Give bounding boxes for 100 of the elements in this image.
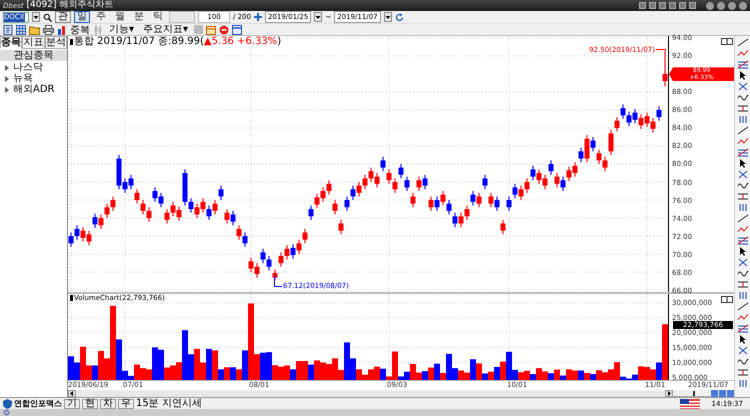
candlestick	[506, 196, 512, 212]
candlestick	[656, 106, 662, 122]
grid-icon[interactable]	[16, 24, 26, 35]
candlestick	[488, 192, 494, 208]
calendar-icon[interactable]	[206, 24, 216, 35]
cross-icon[interactable]	[736, 170, 748, 180]
gear-icon[interactable]	[3, 409, 10, 416]
horizontal-line-icon[interactable]	[736, 280, 748, 290]
diagonal-line-icon[interactable]	[736, 38, 748, 48]
window-icon[interactable]	[232, 24, 242, 35]
scroll-right-button[interactable]	[665, 390, 674, 398]
search-icon[interactable]	[43, 12, 52, 22]
period-tab[interactable]: 월	[112, 11, 128, 24]
dropdown-caret-icon[interactable]	[314, 12, 322, 22]
candlestick	[164, 209, 170, 224]
candlestick	[386, 169, 392, 185]
bar-chart-icon[interactable]	[57, 24, 67, 35]
candlestick	[362, 174, 368, 190]
candlestick	[230, 210, 236, 226]
candlestick	[410, 192, 416, 208]
tree-item-label: 나스닥	[13, 62, 43, 74]
candlestick	[422, 174, 428, 190]
grid-lines-icon[interactable]	[736, 148, 748, 158]
delay-notice: 15분 지연시세	[136, 398, 202, 409]
candlestick	[440, 191, 446, 206]
sidebar-tab[interactable]: 분석	[44, 36, 67, 50]
candlestick	[590, 136, 596, 152]
brand-name: 연합인포맥스	[14, 398, 62, 409]
wave-line-icon[interactable]	[736, 269, 748, 278]
zigzag-line-icon[interactable]	[736, 225, 748, 234]
cross-icon[interactable]	[736, 346, 748, 356]
grid-lines-icon[interactable]	[736, 60, 748, 70]
vertical-bars-icon[interactable]	[736, 291, 748, 300]
lookup-button[interactable]: 관	[55, 11, 71, 24]
zoom-slider-thumb[interactable]	[692, 390, 695, 396]
candlestick	[470, 191, 476, 206]
status-button[interactable]: 기	[64, 398, 80, 409]
candlestick	[560, 176, 566, 192]
status-button[interactable]: 우	[118, 398, 134, 409]
diagonal-line-icon[interactable]	[736, 126, 748, 136]
horizontal-line-icon[interactable]	[736, 104, 748, 114]
horizontal-line-icon[interactable]	[736, 368, 748, 378]
period-tab[interactable]: 일	[74, 11, 90, 24]
status-button[interactable]: 차	[100, 398, 116, 409]
dropdown-caret-icon[interactable]	[32, 12, 40, 22]
period-tab[interactable]: 주	[93, 11, 109, 24]
horizontal-line-icon[interactable]	[736, 192, 748, 202]
candlestick	[206, 205, 212, 221]
period-tab[interactable]: 틱	[150, 11, 166, 24]
overlap-label[interactable]: 중복	[70, 22, 90, 37]
status-button[interactable]: 현	[82, 398, 98, 409]
candlestick	[110, 196, 116, 212]
grid-lines-icon[interactable]	[736, 324, 748, 334]
vertical-bars-icon[interactable]	[736, 115, 748, 124]
dropdown-caret-icon[interactable]	[384, 12, 392, 22]
zigzag-line-icon[interactable]	[736, 49, 748, 58]
candlestick	[584, 135, 590, 164]
candlestick	[236, 225, 242, 241]
candlestick	[548, 160, 554, 176]
candlestick	[212, 200, 218, 216]
plus-icon[interactable]	[254, 13, 262, 22]
zigzag-line-icon[interactable]	[736, 137, 748, 146]
wave-line-icon[interactable]	[736, 181, 748, 190]
candlestick	[140, 200, 146, 216]
wave-line-icon[interactable]	[736, 357, 748, 366]
pane-menu-icon[interactable]	[721, 296, 733, 304]
candlestick	[326, 180, 332, 196]
candlestick	[104, 204, 110, 220]
tree-item[interactable]: 나스닥	[0, 62, 67, 74]
refresh-icon[interactable]	[394, 12, 404, 22]
menu-button[interactable]: 기능▾	[106, 24, 138, 36]
sidebar-tab[interactable]: 종목	[0, 36, 22, 50]
document-icon[interactable]	[3, 24, 13, 35]
vertical-bars-icon[interactable]	[736, 203, 748, 212]
cross-icon[interactable]	[736, 258, 748, 268]
zigzag-line-icon[interactable]	[736, 313, 748, 322]
candlestick	[500, 220, 506, 236]
candlestick	[350, 186, 356, 202]
diagonal-line-icon[interactable]	[736, 302, 748, 312]
sidebar-tab[interactable]: 지표	[22, 36, 45, 50]
scroll-left-button[interactable]	[68, 390, 76, 398]
diagonal-line-icon[interactable]	[736, 214, 748, 224]
period-tab[interactable]: 분	[131, 11, 147, 24]
candlestick	[296, 240, 302, 256]
grid-lines-icon[interactable]	[736, 236, 748, 246]
cross-icon[interactable]	[736, 82, 748, 92]
stop-sign-icon[interactable]	[219, 24, 230, 35]
printer-icon[interactable]	[43, 24, 54, 35]
candlestick	[578, 148, 584, 164]
candlestick	[290, 244, 296, 260]
tree-item[interactable]: 뉴욕	[0, 73, 67, 84]
tree-item[interactable]: 해외ADR	[0, 84, 67, 96]
menu-button[interactable]: 주요지표▾	[140, 24, 192, 36]
wave-line-icon[interactable]	[736, 93, 748, 102]
list-header: 관심종목	[0, 50, 67, 62]
pane-menu-icon[interactable]	[721, 38, 733, 46]
leader-line	[274, 276, 282, 288]
candlestick	[68, 232, 74, 248]
candlestick	[494, 196, 500, 212]
vertical-bars-icon[interactable]	[736, 379, 748, 388]
